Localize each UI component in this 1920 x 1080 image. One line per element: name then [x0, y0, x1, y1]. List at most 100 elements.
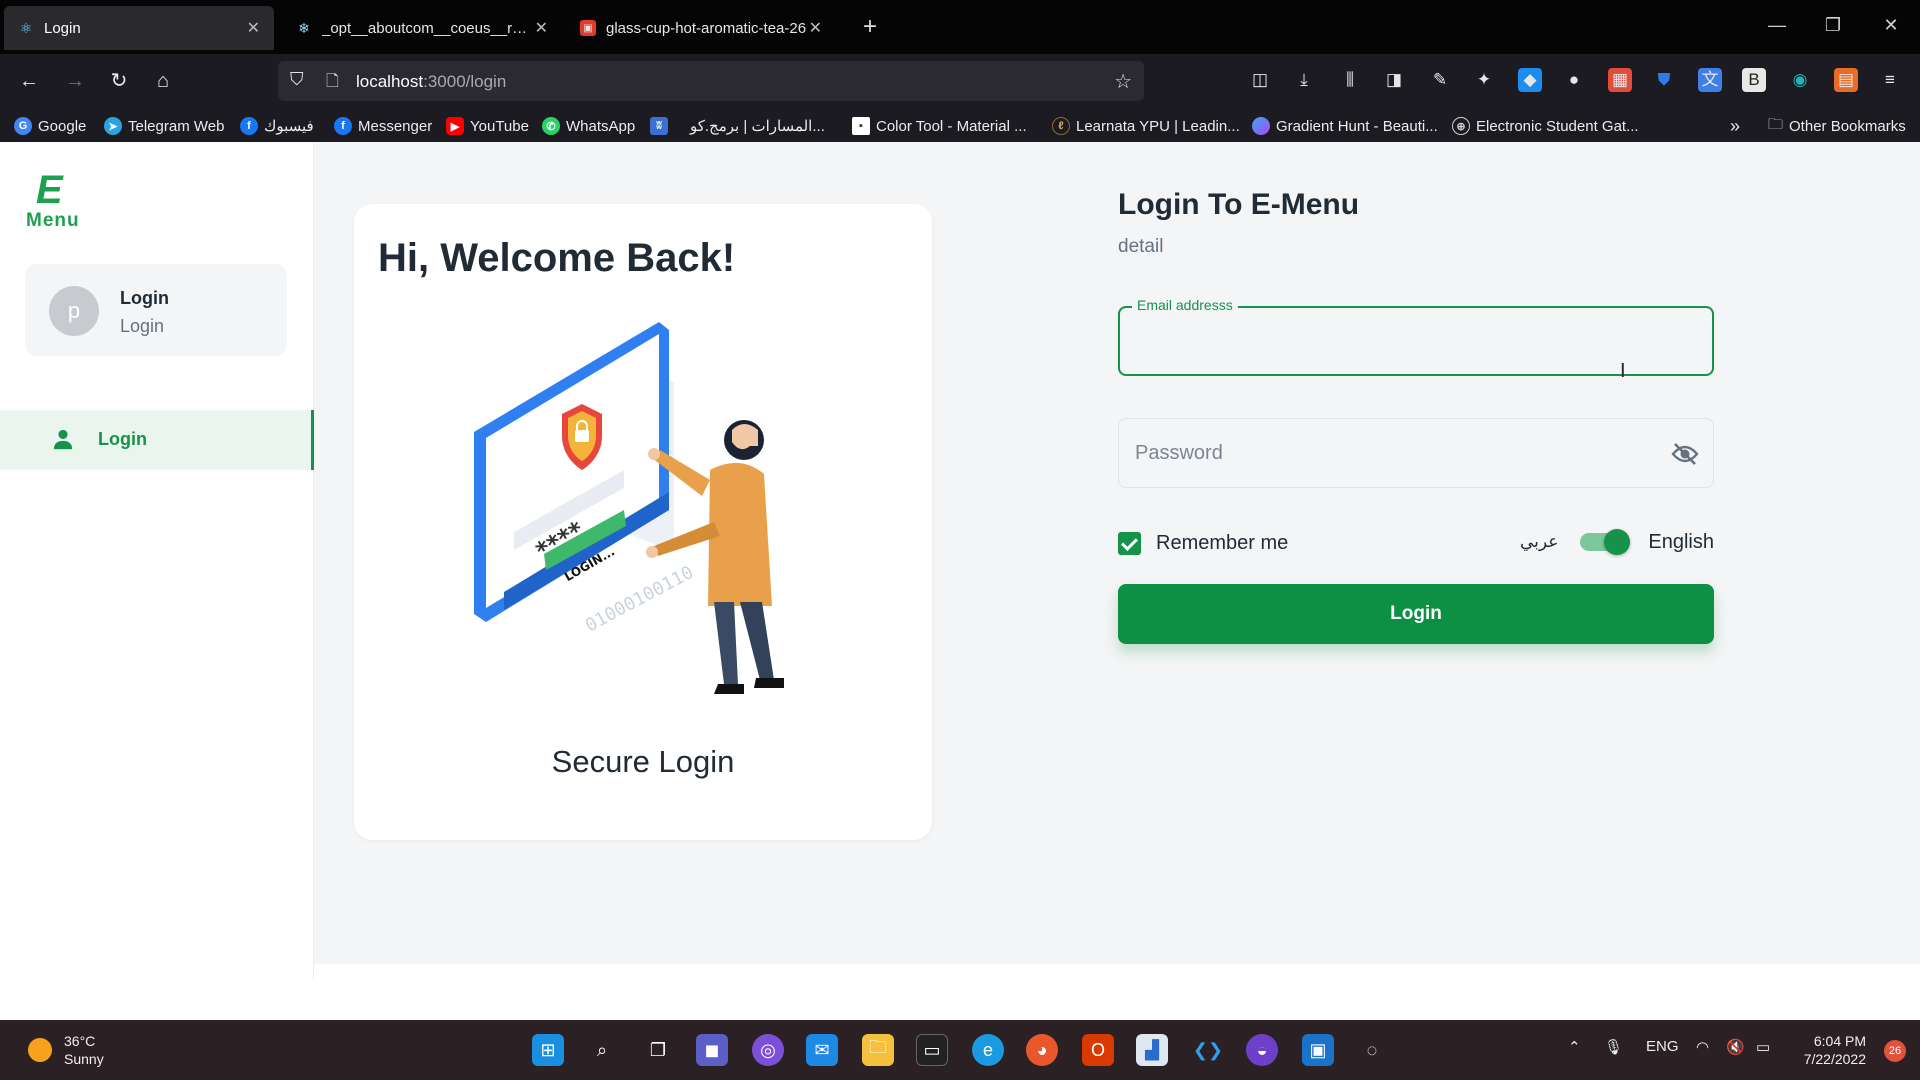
emenu-logo[interactable]: E Menu [24, 168, 94, 232]
browser-navbar: ← → ↻ ⌂ ⛉ 🗋 localhost:3000/login ☆ [0, 54, 1920, 108]
bookmark-youtube[interactable]: ▶ YouTube [446, 115, 529, 137]
bookmark-label: Messenger [358, 117, 433, 135]
chat-icon[interactable]: ◼ [696, 1034, 728, 1066]
close-icon[interactable]: ✕ [535, 18, 548, 38]
more-bookmarks-icon[interactable]: » [1730, 115, 1740, 137]
bookmark-learnata[interactable]: ℓ Learnata YPU | Leadin... [1052, 115, 1240, 137]
edge-icon[interactable]: e [972, 1034, 1004, 1066]
eye-off-icon[interactable] [1671, 441, 1699, 467]
pocket-icon[interactable]: ◫ [1248, 68, 1272, 92]
extension-red-icon[interactable]: ▦ [1608, 68, 1632, 92]
wifi-icon[interactable]: ◠ [1696, 1038, 1709, 1056]
file-explorer-icon[interactable]: 🗀 [862, 1034, 894, 1066]
home-icon[interactable]: ⌂ [148, 66, 178, 96]
password-input[interactable] [1135, 437, 1655, 469]
translate-icon[interactable]: 文 [1698, 68, 1722, 92]
app-purple-icon[interactable]: ◎ [752, 1034, 784, 1066]
tab-login[interactable]: ⚛ Login ✕ [4, 6, 274, 50]
sidebar-item-login[interactable]: Login [0, 410, 314, 470]
app-blue-icon[interactable]: ▣ [1302, 1034, 1334, 1066]
bookmark-messenger[interactable]: f Messenger [334, 115, 432, 137]
bookmark-star-icon[interactable]: ☆ [1114, 69, 1132, 94]
menu-icon[interactable]: ≡ [1878, 68, 1902, 92]
language-switch[interactable] [1580, 529, 1631, 555]
extension-shield-icon[interactable]: ⛊ [1652, 68, 1676, 92]
secure-login-illustration: 00 111 1001 01000100110 **** LOGIN... [474, 322, 784, 694]
close-window-icon[interactable]: ✕ [1876, 10, 1906, 40]
page-info-icon[interactable]: 🗋 [326, 70, 339, 97]
bookmark-label: Google [38, 117, 87, 135]
remember-me[interactable]: Remember me [1118, 528, 1288, 558]
extension-icon[interactable]: ✦ [1472, 68, 1496, 92]
library-icon[interactable]: ⫼ [1338, 68, 1362, 92]
new-tab-button[interactable]: + [858, 12, 882, 42]
bookmark-color-tool[interactable]: ▪ Color Tool - Material ... [852, 115, 1027, 137]
bookmark-electronic-student[interactable]: ⊕ Electronic Student Gat... [1452, 115, 1639, 137]
terminal-icon[interactable]: ▭ [916, 1034, 948, 1066]
firefox-icon[interactable]: ◕ [1026, 1034, 1058, 1066]
forward-icon[interactable]: → [60, 66, 90, 96]
github-icon[interactable]: ◒ [1246, 1034, 1278, 1066]
lang-english-label[interactable]: English [1648, 531, 1714, 554]
email-input[interactable] [1134, 326, 1694, 356]
vscode-icon[interactable]: ❮❯ [1192, 1034, 1224, 1066]
bookmark-barmej[interactable]: المسارات | برمج.كو... [690, 115, 825, 137]
tab-opt-aboutcom[interactable]: ❄ _opt__aboutcom__coeus__reso ✕ [282, 6, 562, 50]
extension-teal-icon[interactable]: ◉ [1788, 68, 1812, 92]
bookmark-telegram[interactable]: ➤ Telegram Web [104, 115, 224, 137]
clock[interactable]: 6:04 PM 7/22/2022 [1804, 1032, 1866, 1068]
task-view-icon[interactable]: ❐ [642, 1034, 674, 1066]
bookmark-facebook[interactable]: f فيسبوك [240, 115, 314, 137]
close-icon[interactable]: ✕ [247, 18, 260, 38]
chart-app-icon[interactable]: ▟ [1136, 1034, 1168, 1066]
chevron-up-icon[interactable]: ⌃ [1568, 1038, 1581, 1056]
extension-off-icon[interactable]: ▤ [1834, 68, 1858, 92]
lang-arabic-label[interactable]: عربي [1520, 532, 1558, 552]
office-icon[interactable]: O [1082, 1034, 1114, 1066]
extension-blue-icon[interactable]: ◆ [1518, 68, 1542, 92]
close-icon[interactable]: ✕ [809, 18, 822, 38]
back-icon[interactable]: ← [14, 66, 44, 96]
facebook-icon: f [334, 117, 352, 135]
bookmark-google[interactable]: G Google [14, 115, 86, 137]
volume-muted-icon[interactable]: 🔇 [1726, 1038, 1745, 1056]
bookmark-gradient-hunt[interactable]: Gradient Hunt - Beauti... [1252, 115, 1438, 137]
notification-badge[interactable]: 26 [1884, 1040, 1906, 1062]
battery-icon[interactable]: ▭ [1756, 1038, 1770, 1056]
windows-start-icon[interactable]: ⊞ [532, 1034, 564, 1066]
person-icon [53, 429, 73, 450]
sun-icon [28, 1038, 52, 1062]
sidebar-icon[interactable]: ◨ [1382, 68, 1406, 92]
weather-widget[interactable]: 36°C Sunny [28, 1032, 104, 1068]
url-host: localhost [356, 72, 424, 91]
app-circle-icon[interactable]: ◌ [1356, 1034, 1388, 1066]
password-field[interactable] [1118, 418, 1714, 488]
minimize-icon[interactable]: — [1762, 10, 1792, 40]
bookmark-app[interactable]: ʬ [650, 115, 674, 137]
search-icon[interactable]: ⌕ [586, 1034, 618, 1066]
address-bar[interactable]: ⛉ 🗋 localhost:3000/login ☆ [278, 61, 1144, 101]
shield-icon[interactable]: ⛉ [290, 69, 304, 90]
download-icon[interactable]: ⤓ [1292, 68, 1316, 92]
remember-checkbox[interactable] [1118, 531, 1141, 555]
sidebar: E Menu p Login Login Login [0, 142, 314, 980]
page-icon: ▪ [852, 117, 870, 135]
bookmark-whatsapp[interactable]: ✆ WhatsApp [542, 115, 635, 137]
url-text[interactable]: localhost:3000/login [356, 72, 506, 92]
mail-icon[interactable]: ✉ [806, 1034, 838, 1066]
bookmark-app-icon: ʬ [650, 117, 668, 135]
learnata-icon: ℓ [1052, 117, 1070, 135]
tab-glass-cup[interactable]: ▣ glass-cup-hot-aromatic-tea-26 ✕ [566, 6, 836, 50]
other-bookmarks[interactable]: 🗀 Other Bookmarks [1768, 115, 1906, 137]
extension-b-icon[interactable]: B [1742, 68, 1766, 92]
tab-label: Login [44, 19, 81, 37]
eyedropper-icon[interactable]: ✎ [1428, 68, 1452, 92]
reload-icon[interactable]: ↻ [104, 66, 134, 96]
microphone-icon[interactable]: 🎙 [1604, 1038, 1623, 1056]
bookmark-label: Electronic Student Gat... [1476, 117, 1639, 135]
restore-icon[interactable]: ❐ [1818, 10, 1848, 40]
login-button[interactable]: Login [1118, 584, 1714, 644]
extension-circle-icon[interactable]: ● [1562, 68, 1586, 92]
sidebar-item-label: Login [98, 429, 147, 449]
language-indicator[interactable]: ENG [1646, 1038, 1679, 1055]
